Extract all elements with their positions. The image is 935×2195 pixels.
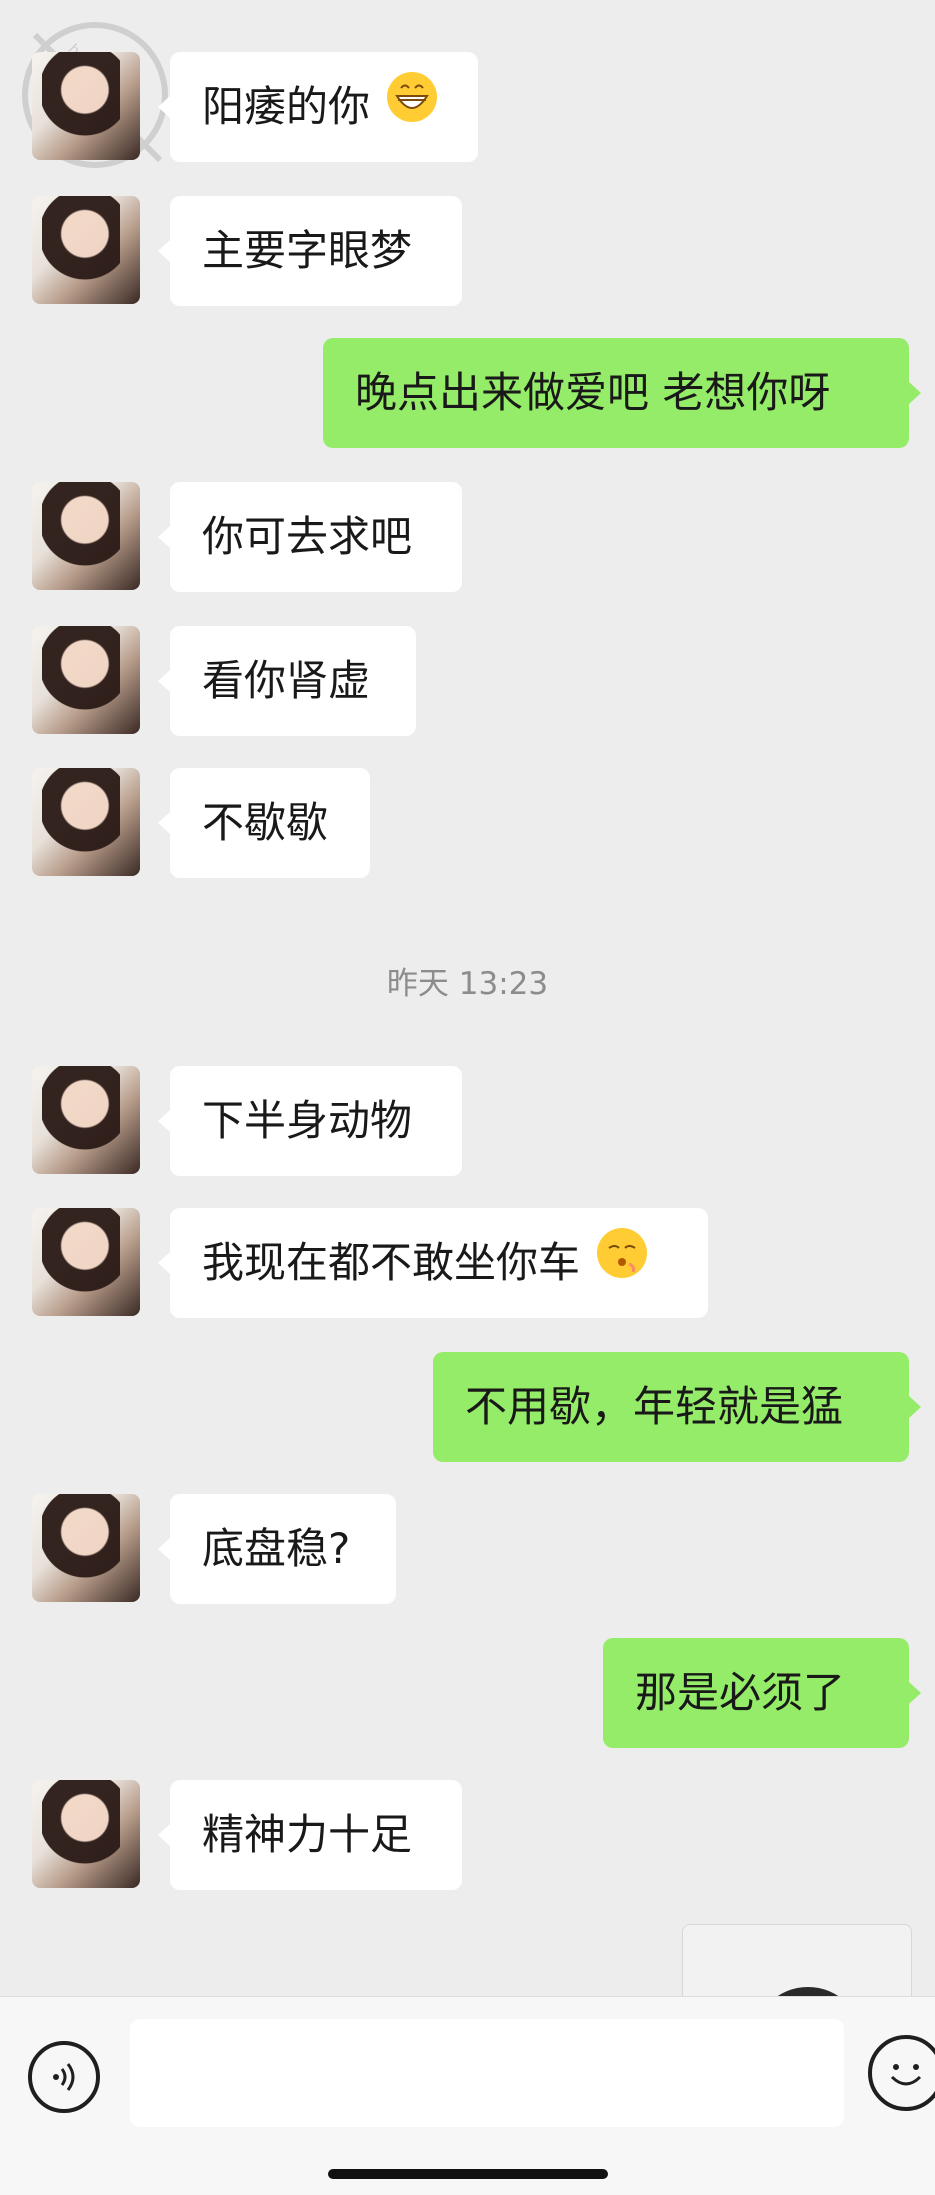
contact-avatar[interactable] bbox=[32, 1494, 140, 1602]
message-bubble-incoming[interactable]: 阳痿的你 bbox=[158, 52, 478, 165]
message-input[interactable] bbox=[130, 2019, 844, 2127]
message-text: 主要字眼梦 bbox=[202, 226, 413, 275]
message-bubble-outgoing[interactable]: 晚点出来做爱吧 老想你呀 bbox=[323, 338, 921, 448]
home-indicator bbox=[328, 2169, 608, 2179]
message-bubble-incoming[interactable]: 主要字眼梦 bbox=[158, 196, 462, 306]
message-text: 晚点出来做爱吧 老想你呀 bbox=[355, 368, 831, 417]
message-text: 你可去求吧 bbox=[202, 512, 413, 561]
message-text: 底盘稳? bbox=[202, 1524, 351, 1573]
message-text: 下半身动物 bbox=[202, 1096, 413, 1145]
message-text: 不用歇，年轻就是猛 bbox=[465, 1382, 844, 1431]
voice-message-icon bbox=[53, 2063, 75, 2091]
emoji-icon bbox=[890, 2064, 922, 2086]
photo-subject bbox=[753, 1987, 863, 1996]
emoji-icon[interactable] bbox=[868, 2035, 935, 2111]
message-bubble-incoming[interactable]: 我现在都不敢坐你车 bbox=[158, 1208, 708, 1321]
message-input-bar bbox=[0, 1996, 935, 2195]
grinning-face-icon bbox=[385, 55, 439, 165]
contact-avatar[interactable] bbox=[32, 52, 140, 160]
message-text: 阳痿的你 bbox=[202, 82, 371, 131]
chat-area[interactable]: haijiao.com 阳痿的你 主要字眼梦 晚点 bbox=[0, 0, 935, 1996]
contact-avatar[interactable] bbox=[32, 1780, 140, 1888]
voice-message-icon[interactable] bbox=[28, 2041, 100, 2113]
message-text: 我现在都不敢坐你车 bbox=[202, 1238, 581, 1287]
contact-avatar[interactable] bbox=[32, 1208, 140, 1316]
message-text: 不歇歇 bbox=[202, 798, 329, 847]
contact-avatar[interactable] bbox=[32, 626, 140, 734]
image-message-thumbnail[interactable] bbox=[682, 1924, 912, 1996]
message-bubble-incoming[interactable]: 底盘稳? bbox=[158, 1494, 396, 1604]
message-text: 那是必须了 bbox=[635, 1668, 846, 1717]
contact-avatar[interactable] bbox=[32, 196, 140, 304]
message-bubble-outgoing[interactable]: 那是必须了 bbox=[603, 1638, 921, 1748]
message-bubble-incoming[interactable]: 精神力十足 bbox=[158, 1780, 462, 1890]
contact-avatar[interactable] bbox=[32, 768, 140, 876]
contact-avatar[interactable] bbox=[32, 1066, 140, 1174]
message-text: 精神力十足 bbox=[202, 1810, 413, 1859]
message-bubble-incoming[interactable]: 不歇歇 bbox=[158, 768, 370, 878]
chat-timestamp: 昨天 13:23 bbox=[386, 966, 549, 1002]
message-bubble-incoming[interactable]: 你可去求吧 bbox=[158, 482, 462, 592]
message-text: 看你肾虚 bbox=[202, 656, 371, 705]
message-bubble-incoming[interactable]: 下半身动物 bbox=[158, 1066, 462, 1176]
message-bubble-outgoing[interactable]: 不用歇，年轻就是猛 bbox=[433, 1352, 921, 1462]
contact-avatar[interactable] bbox=[32, 482, 140, 590]
message-bubble-incoming[interactable]: 看你肾虚 bbox=[158, 626, 416, 736]
whistling-face-icon bbox=[595, 1211, 649, 1321]
